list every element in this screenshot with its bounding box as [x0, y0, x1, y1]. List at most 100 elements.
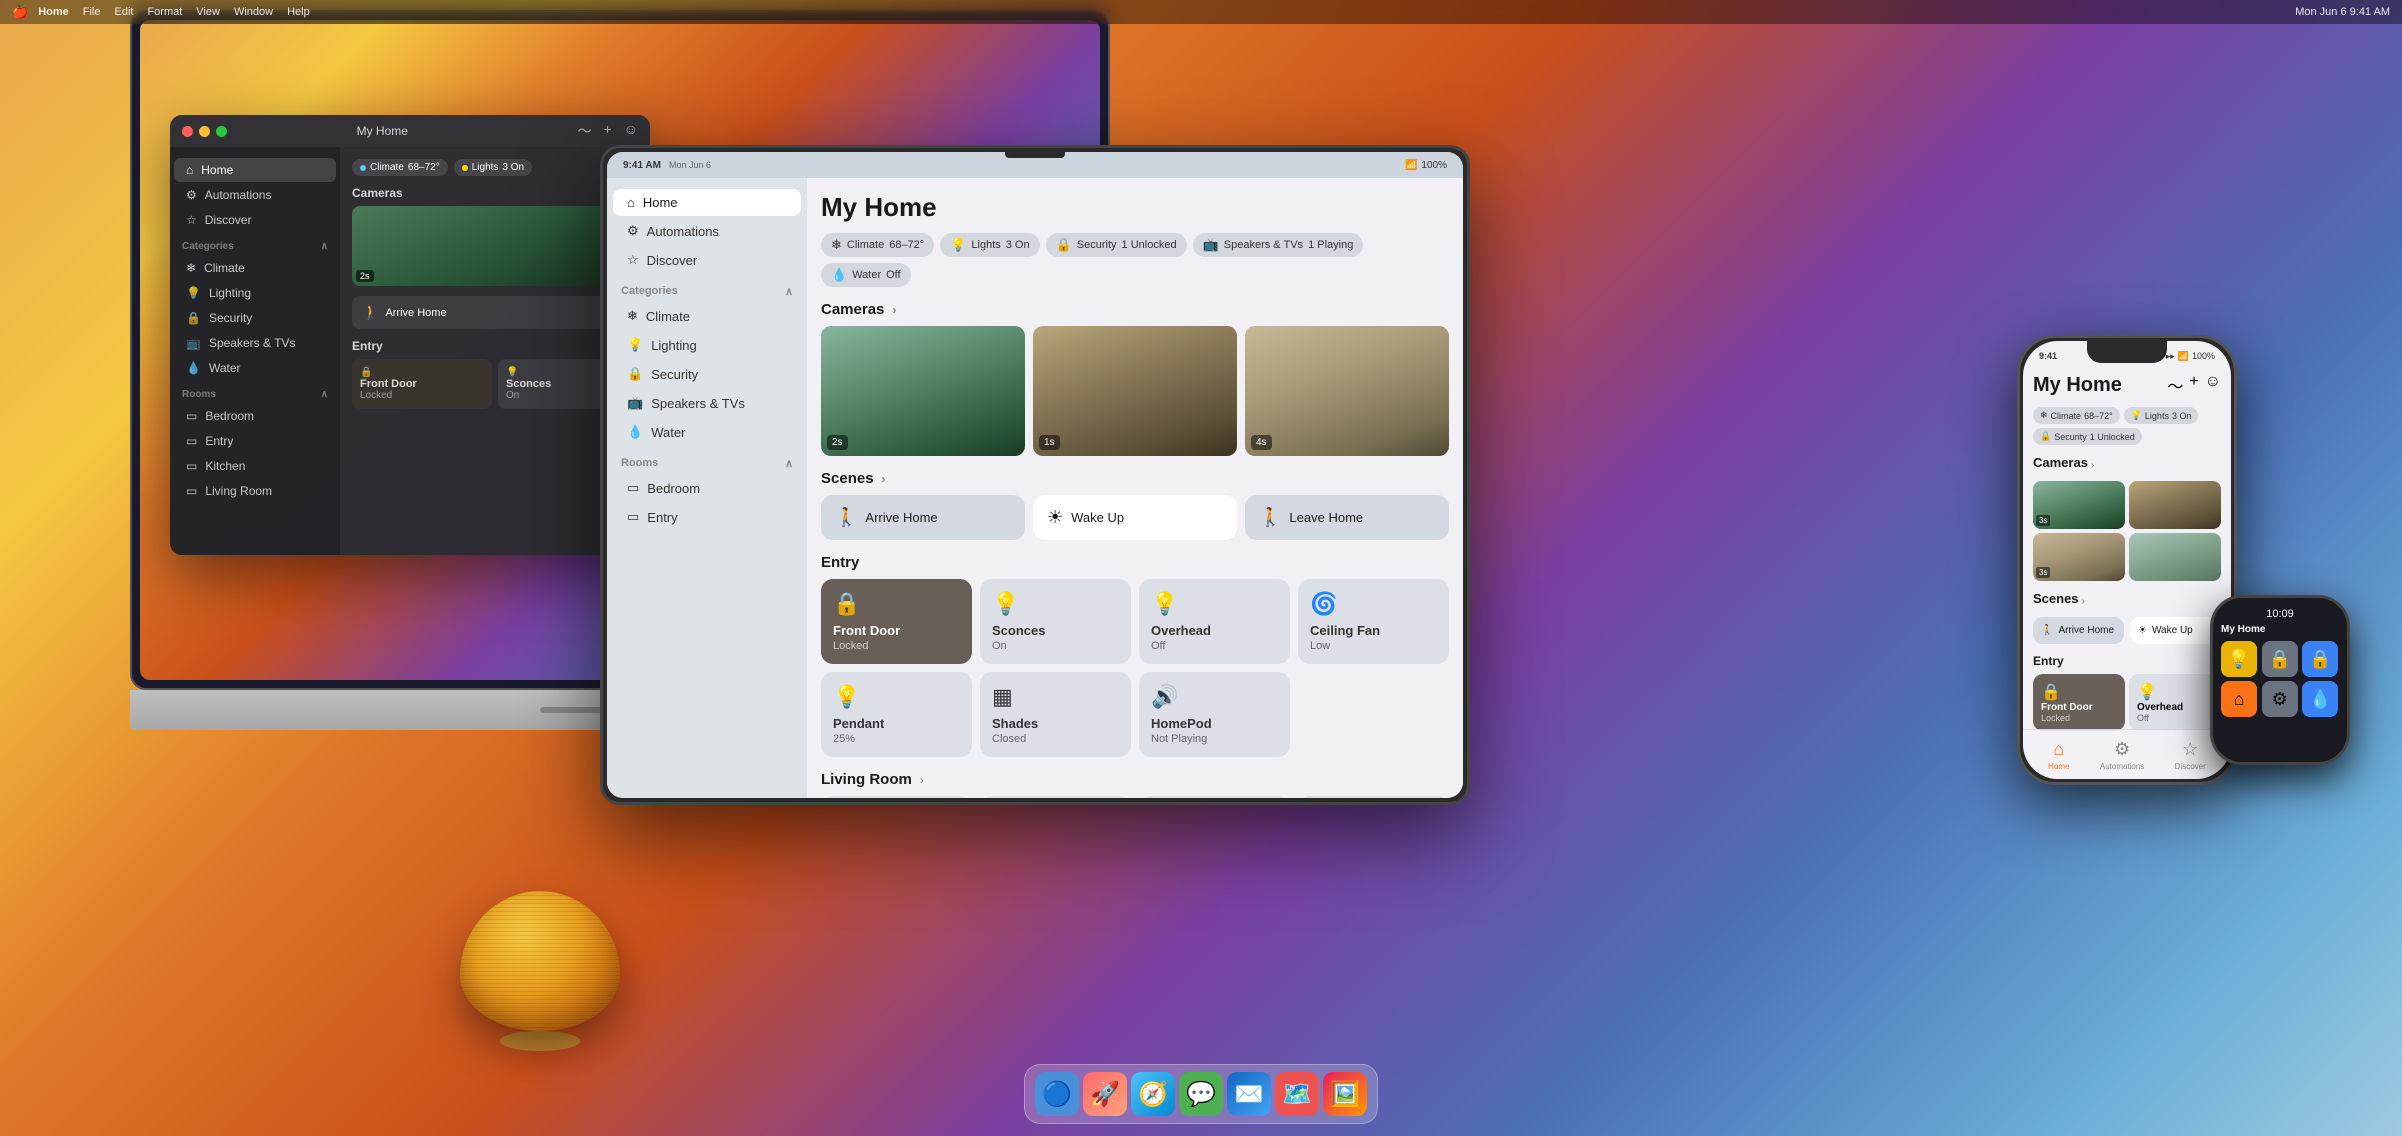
iphone-scenes-header[interactable]: Scenes › — [2033, 591, 2221, 612]
ipad-thermostat-card[interactable]: 68° Thermostat Heating to 70 — [821, 796, 972, 798]
iphone-entry-section-title[interactable]: Entry — [2033, 654, 2221, 668]
dock-mail[interactable]: ✉️ — [1227, 1072, 1271, 1116]
ipad-sidebar-security[interactable]: 🔒 Security — [613, 360, 801, 388]
ipad-scene-wake-up[interactable]: ☀ Wake Up — [1033, 495, 1237, 540]
mac-close-button[interactable] — [182, 126, 193, 137]
mac-categories-chevron[interactable]: ∧ — [321, 241, 328, 252]
watch-btn-lights[interactable]: 💡 — [2221, 641, 2257, 677]
ipad-sidebar-home[interactable]: ⌂ Home — [613, 189, 801, 216]
ipad-cameras-header[interactable]: Cameras › — [821, 301, 1449, 318]
iphone-chip-lights[interactable]: 💡 Lights 3 On — [2124, 407, 2199, 424]
iphone-plus-icon[interactable]: + — [2189, 373, 2198, 397]
ipad-categories-chevron[interactable]: ∧ — [785, 285, 793, 298]
mac-sidebar-lighting[interactable]: 💡 Lighting — [174, 281, 336, 305]
ipad-shades-card[interactable]: ▦ Shades Closed — [980, 672, 1131, 757]
mac-plus-icon[interactable]: + — [604, 121, 612, 141]
iphone-cam-pool[interactable]: 3s — [2033, 481, 2125, 529]
mac-sidebar-kitchen[interactable]: ▭ Kitchen — [174, 454, 336, 478]
ipad-pendant-card[interactable]: 💡 Pendant 25% — [821, 672, 972, 757]
iphone-chip-climate[interactable]: ❄ Climate 68–72° — [2033, 407, 2120, 424]
apple-menu-icon[interactable]: 🍎 — [12, 4, 28, 20]
iphone-tab-home[interactable]: ⌂ Home — [2048, 739, 2069, 771]
menubar-home[interactable]: Home — [38, 6, 69, 18]
ipad-chip-climate[interactable]: ❄ Climate 68–72° — [821, 233, 934, 257]
ipad-sidebar-water[interactable]: 💧 Water — [613, 418, 801, 446]
ipad-ceiling-lights-card[interactable]: 💡 Ceiling Lights 90% Off — [980, 796, 1131, 798]
mac-sidebar-water[interactable]: 💧 Water — [174, 356, 336, 380]
ipad-chip-lights[interactable]: 💡 Lights 3 On — [940, 233, 1039, 257]
homepod-top-surface[interactable] — [500, 1031, 580, 1051]
ipad-scene-leave-home[interactable]: 🚶 Leave Home — [1245, 495, 1449, 540]
iphone-front-door-card[interactable]: 🔒 Front Door Locked — [2033, 674, 2125, 731]
mac-scene-arrive-home[interactable]: 🚶 Arrive Home — [352, 296, 638, 329]
ipad-sidebar-bedroom[interactable]: ▭ Bedroom — [613, 474, 801, 502]
mac-sidebar-entry[interactable]: ▭ Entry — [174, 429, 336, 453]
ipad-chip-speakers[interactable]: 📺 Speakers & TVs 1 Playing — [1193, 233, 1364, 257]
iphone-tab-automations[interactable]: ⚙ Automations — [2100, 739, 2144, 771]
mac-sidebar-automations[interactable]: ⚙ Automations — [174, 183, 336, 207]
ipad-chip-security[interactable]: 🔒 Security 1 Unlocked — [1046, 233, 1187, 257]
dock-photos[interactable]: 🖼️ — [1323, 1072, 1367, 1116]
ipad-scenes-header[interactable]: Scenes › — [821, 470, 1449, 487]
mac-sidebar-home[interactable]: ⌂ Home — [174, 158, 336, 182]
mac-sidebar-bedroom[interactable]: ▭ Bedroom — [174, 404, 336, 428]
iphone-tab-discover[interactable]: ☆ Discover — [2175, 739, 2206, 771]
ipad-cam-pool[interactable]: 2s — [821, 326, 1025, 456]
mac-wave-icon[interactable]: 〜 — [578, 121, 592, 141]
dock-launchpad[interactable]: 🚀 — [1083, 1072, 1127, 1116]
ipad-chip-water[interactable]: 💧 Water Off — [821, 263, 911, 287]
iphone-scene-wake-up[interactable]: ☀ Wake Up — [2130, 617, 2221, 644]
ipad-overhead-card[interactable]: 💡 Overhead Off — [1139, 579, 1290, 664]
ipad-sconces-card[interactable]: 💡 Sconces On — [980, 579, 1131, 664]
iphone-wave-icon[interactable]: 〜 — [2167, 373, 2183, 397]
dock-finder[interactable]: 🔵 — [1035, 1072, 1079, 1116]
ipad-smart-fan-card[interactable]: 🌀 Smart Fan Off — [1139, 796, 1290, 798]
iphone-emoji-icon[interactable]: ☺ — [2205, 373, 2221, 397]
menubar-window[interactable]: Window — [234, 6, 273, 18]
mac-sidebar-living-room[interactable]: ▭ Living Room — [174, 479, 336, 503]
mac-emoji-icon[interactable]: ☺ — [624, 121, 638, 141]
mac-sidebar-security[interactable]: 🔒 Security — [174, 306, 336, 330]
watch-btn-lock[interactable]: 🔒 — [2262, 641, 2298, 677]
menubar-help[interactable]: Help — [287, 6, 310, 18]
dock-safari[interactable]: 🧭 — [1131, 1072, 1175, 1116]
ipad-living-room-header[interactable]: Living Room › — [821, 771, 1449, 788]
mac-sidebar-speakers-tvs[interactable]: 📺 Speakers & TVs — [174, 331, 336, 355]
mac-front-door-card[interactable]: 🔒 Front Door Locked — [352, 359, 492, 409]
ipad-cam-patio[interactable]: 1s — [1033, 326, 1237, 456]
ipad-rooms-chevron[interactable]: ∧ — [785, 457, 793, 470]
menubar-format[interactable]: Format — [147, 6, 182, 18]
dock-maps[interactable]: 🗺️ — [1275, 1072, 1319, 1116]
watch-btn-settings[interactable]: ⚙ — [2262, 681, 2298, 717]
mac-chip-lights[interactable]: Lights 3 On — [454, 159, 532, 176]
ipad-sidebar-climate[interactable]: ❄ Climate — [613, 302, 801, 330]
mac-sidebar-climate[interactable]: ❄ Climate — [174, 256, 336, 280]
iphone-cam-indoor[interactable]: 3s — [2033, 533, 2125, 581]
mac-fullscreen-button[interactable] — [216, 126, 227, 137]
ipad-sidebar-speakers-tvs[interactable]: 📺 Speakers & TVs — [613, 389, 801, 417]
ipad-front-door-card[interactable]: 🔒 Front Door Locked — [821, 579, 972, 664]
watch-btn-security[interactable]: 🔒 — [2302, 641, 2338, 677]
iphone-cameras-header[interactable]: Cameras › — [2033, 455, 2221, 476]
menubar-view[interactable]: View — [196, 6, 220, 18]
ipad-ceiling-fan-card[interactable]: 🌀 Ceiling Fan Low — [1298, 579, 1449, 664]
ipad-sidebar-discover[interactable]: ☆ Discover — [613, 246, 801, 274]
ipad-accent-lights-card[interactable]: 💡 Accent Lights Off — [1298, 796, 1449, 798]
iphone-overhead-card[interactable]: 💡 Overhead Off — [2129, 674, 2221, 731]
mac-sidebar-discover[interactable]: ☆ Discover — [174, 208, 336, 232]
iphone-cam-patio[interactable] — [2129, 481, 2221, 529]
ipad-scene-arrive-home[interactable]: 🚶 Arrive Home — [821, 495, 1025, 540]
ipad-sidebar-automations[interactable]: ⚙ Automations — [613, 217, 801, 245]
ipad-sidebar-entry[interactable]: ▭ Entry — [613, 503, 801, 531]
ipad-sidebar-lighting[interactable]: 💡 Lighting — [613, 331, 801, 359]
mac-minimize-button[interactable] — [199, 126, 210, 137]
dock-messages[interactable]: 💬 — [1179, 1072, 1223, 1116]
menubar-edit[interactable]: Edit — [114, 6, 133, 18]
menubar-file[interactable]: File — [83, 6, 101, 18]
mac-chip-climate[interactable]: Climate 68–72° — [352, 159, 448, 176]
iphone-cam-fourth[interactable] — [2129, 533, 2221, 581]
mac-rooms-chevron[interactable]: ∧ — [321, 389, 328, 400]
watch-btn-home[interactable]: ⌂ — [2221, 681, 2257, 717]
ipad-cam-indoor[interactable]: 4s — [1245, 326, 1449, 456]
watch-btn-water[interactable]: 💧 — [2302, 681, 2338, 717]
